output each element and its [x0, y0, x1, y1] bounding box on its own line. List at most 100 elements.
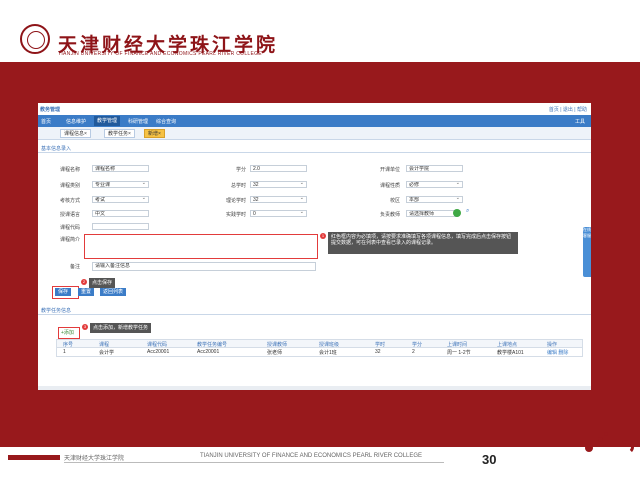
- exam-select[interactable]: 考试: [92, 196, 149, 203]
- back-button[interactable]: 返回列表: [100, 288, 127, 296]
- hours-select[interactable]: 32: [250, 181, 307, 188]
- course-name-label: 课程名称: [59, 167, 80, 173]
- menu-item-tools[interactable]: 工具: [575, 118, 585, 125]
- exam-label: 考核方式: [59, 198, 80, 204]
- grid-cell: 教学楼A101: [497, 350, 524, 356]
- slide-header: 天津财经大学珠江学院 TIANJIN UNIVERSITY OF FINANCE…: [0, 0, 640, 62]
- close-icon[interactable]: ×: [128, 131, 131, 137]
- form-callout: 红色框内容为必填项，请按要求准确填写各项课程信息，填写完成后点击保存按钮提交数据…: [328, 232, 518, 254]
- footer-divider: [64, 462, 444, 463]
- close-icon[interactable]: ×: [158, 131, 161, 137]
- tab-label: 新增: [148, 131, 159, 137]
- row-action-links[interactable]: 编辑 删除: [547, 349, 568, 356]
- tab-course-info[interactable]: 课程信息×: [60, 129, 91, 138]
- tab-new[interactable]: 新增×: [144, 129, 165, 138]
- practice-label: 实践学时: [225, 212, 246, 218]
- tab-label: 课程信息: [64, 131, 85, 137]
- grid-header-cell: 课程: [99, 342, 110, 348]
- grid-cell: Acc20001: [147, 349, 170, 355]
- page-number: 30: [482, 452, 497, 467]
- intro-textarea[interactable]: [84, 234, 318, 259]
- grid-header-cell: 学分: [412, 342, 423, 348]
- menu-item-query[interactable]: 综合查询: [156, 118, 176, 125]
- grid-add-button[interactable]: +添加: [61, 329, 74, 336]
- course-code-label: 课程代码: [59, 225, 80, 231]
- course-name-field[interactable]: 课程名称: [92, 165, 149, 172]
- grid-header-cell: 授课班级: [319, 342, 340, 348]
- hours-label: 总学时: [230, 183, 246, 189]
- section-basic-info-title: 基本信息录入: [41, 146, 72, 152]
- grid-header-cell: 上课时间: [447, 342, 468, 348]
- user-links[interactable]: 首页 | 退出 | 帮助: [549, 106, 587, 113]
- save-button[interactable]: 保存: [55, 288, 72, 296]
- save-callout: 点击保存: [89, 278, 116, 288]
- grid-header-cell: 课程代码: [147, 342, 168, 348]
- teacher-field[interactable]: 请选择教师: [406, 210, 458, 217]
- grid-cell: Acc20001: [197, 349, 220, 355]
- course-type-select[interactable]: 专业课: [92, 181, 149, 188]
- page-tabs: 课程信息× 教学任务× 新增×: [38, 127, 591, 140]
- nature-label: 课程性质: [379, 183, 400, 189]
- dept-field[interactable]: 会计学院: [406, 165, 463, 172]
- system-title: 教务管理: [40, 107, 61, 113]
- tab-label: 教学任务: [108, 131, 129, 137]
- grid-cell: 会计学: [99, 350, 115, 356]
- dept-label: 开课单位: [379, 167, 400, 173]
- course-code-field[interactable]: [92, 223, 149, 230]
- menu-item-home[interactable]: 首页: [41, 118, 51, 125]
- menu-item-research[interactable]: 科研管理: [128, 118, 148, 125]
- section-task-title: 教学任务信息: [41, 308, 72, 314]
- campus-select[interactable]: 本部: [406, 196, 463, 203]
- theory-select[interactable]: 32: [250, 196, 307, 203]
- footer-university-cn: 天津财经大学珠江学院: [64, 456, 125, 462]
- grid-header-cell: 授课教师: [267, 342, 288, 348]
- add-teacher-icon[interactable]: [453, 209, 461, 217]
- main-menu: 首页 信息维护 教学管理 科研管理 综合查询 工具: [38, 115, 591, 127]
- embedded-screenshot: 教务管理 首页 | 退出 | 帮助 首页 信息维护 教学管理 科研管理 综合查询…: [38, 103, 591, 390]
- grid-header-cell: 序号: [63, 342, 74, 348]
- theory-label: 理论学时: [225, 198, 246, 204]
- credit-field[interactable]: 2.0: [250, 165, 307, 172]
- grid-cell: 32: [375, 349, 381, 355]
- grid-header: 序号 课程 课程代码 教学任务编号 授课教师 授课班级 学时 学分 上课时间 上…: [56, 339, 583, 348]
- grid-cell: 张老师: [267, 350, 283, 356]
- practice-select[interactable]: 0: [250, 210, 307, 217]
- nature-select[interactable]: 必修: [406, 181, 463, 188]
- side-service-tab[interactable]: 在线客服: [583, 227, 591, 277]
- add-callout: 点击添加，新增教学任务: [90, 323, 152, 333]
- step-badge-3: 3: [82, 324, 88, 330]
- divider: [38, 314, 591, 315]
- divider: [38, 152, 591, 153]
- intro-label: 课程简介: [59, 237, 80, 243]
- university-name-en: TIANJIN UNIVERSITY OF FINANCE AND ECONOM…: [58, 51, 262, 57]
- grid-cell: 1: [63, 349, 66, 355]
- note-label: 备注: [69, 264, 80, 270]
- credit-label: 学分: [235, 167, 246, 173]
- menu-item-teaching[interactable]: 教学管理: [94, 116, 121, 126]
- course-type-label: 课程类别: [59, 183, 80, 189]
- decorative-dot: [604, 432, 608, 436]
- table-row[interactable]: 1 会计学 Acc20001 Acc20001 张老师 会计1班 32 2 周一…: [56, 348, 583, 357]
- university-seal-icon: [20, 24, 50, 54]
- grid-cell: 周一 1-2节: [447, 350, 471, 356]
- horizontal-scrollbar[interactable]: [38, 386, 591, 390]
- lang-field[interactable]: 中文: [92, 210, 149, 217]
- decorative-dot: [585, 444, 593, 452]
- grid-header-cell: 学时: [375, 342, 386, 348]
- teacher-label: 负责教师: [379, 212, 400, 218]
- decorative-dot: [598, 437, 603, 442]
- campus-label: 校区: [389, 198, 400, 204]
- decorative-arc: [620, 440, 634, 454]
- note-field[interactable]: 请输入备注信息: [92, 262, 316, 271]
- grid-header-cell: 上课地点: [497, 342, 518, 348]
- step-badge-1: 1: [320, 233, 326, 239]
- close-icon[interactable]: ×: [84, 131, 87, 137]
- reset-button[interactable]: 重置: [78, 288, 95, 296]
- grid-header-cell: 教学任务编号: [197, 342, 228, 348]
- menu-item-info[interactable]: 信息维护: [66, 118, 86, 125]
- tab-teaching-task[interactable]: 教学任务×: [104, 129, 135, 138]
- grid-cell: 2: [412, 349, 415, 355]
- footer-university-en: TIANJIN UNIVERSITY OF FINANCE AND ECONOM…: [200, 453, 423, 459]
- grid-header-cell: 操作: [547, 342, 558, 348]
- search-icon[interactable]: ⌕: [466, 208, 469, 215]
